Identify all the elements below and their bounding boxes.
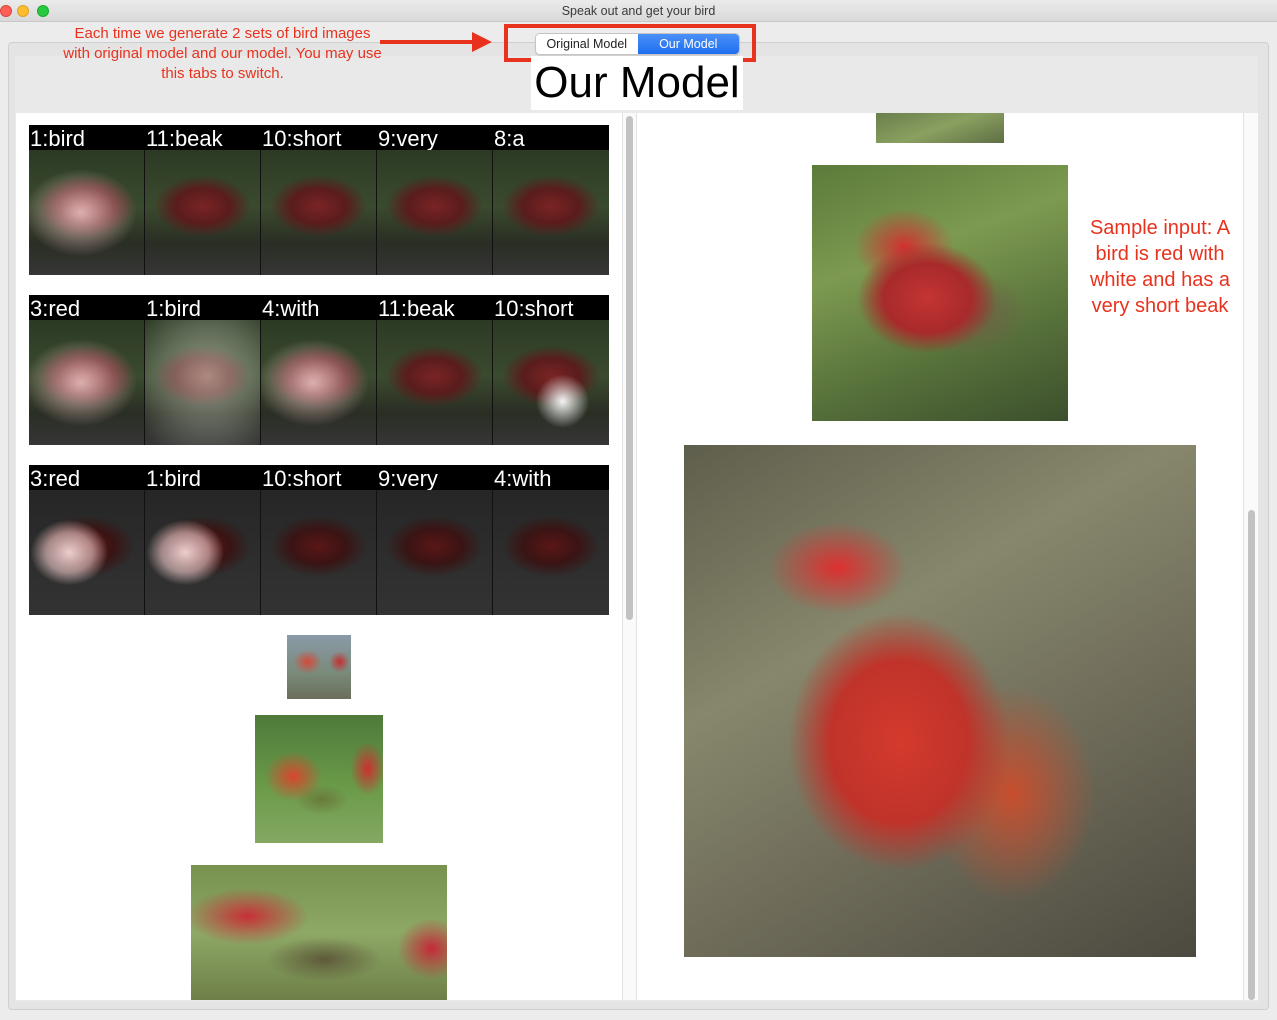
model-tab-switcher: Original Model Our Model (535, 33, 740, 55)
attention-map-image (261, 490, 377, 615)
tab-our-model[interactable]: Our Model (637, 34, 739, 54)
annotation-arrow-head (472, 32, 492, 52)
attention-map-image (261, 150, 377, 275)
attention-map-image (29, 490, 145, 615)
attention-word-label: 9:very (378, 126, 438, 150)
attention-map-image (493, 320, 609, 445)
attention-word-label: 9:very (378, 466, 438, 490)
tab-original-model[interactable]: Original Model (536, 34, 638, 54)
generated-bird-image-large (684, 445, 1196, 957)
left-scrollbar-thumb[interactable] (626, 116, 633, 620)
attention-map-image (261, 320, 377, 445)
attention-word-label: 4:with (494, 466, 552, 490)
attention-map-image (493, 150, 609, 275)
attention-map-image (29, 320, 145, 445)
attention-map-image (377, 150, 493, 275)
attention-word-label: 4:with (262, 296, 320, 320)
generated-bird-image-256 (191, 865, 447, 1000)
attention-panel[interactable]: 1:bird 11:beak 10:short 9:very 8:a 3:red… (16, 113, 622, 1000)
window-titlebar: Speak out and get your bird (0, 0, 1277, 22)
annotation-text: Each time we generate 2 sets of bird ima… (63, 25, 382, 82)
attention-word-label: 10:short (262, 466, 342, 490)
attention-map-image (493, 490, 609, 615)
attention-map-image (145, 490, 261, 615)
attention-map-image (145, 320, 261, 445)
attention-word-label: 10:short (494, 296, 574, 320)
attention-grid: 1:bird 11:beak 10:short 9:very 8:a (29, 125, 609, 275)
attention-word-label: 1:bird (146, 466, 202, 490)
attention-word-label: 3:red (30, 296, 81, 320)
window-title: Speak out and get your bird (561, 4, 716, 18)
attention-map-image (377, 490, 493, 615)
sample-input-caption: Sample input: A bird is red with white a… (1089, 217, 1231, 317)
attention-grid: 3:red 1:bird 4:with 11:beak 10:short (29, 295, 609, 445)
attention-word-label: 1:bird (146, 296, 202, 320)
generated-bird-image-64 (287, 635, 351, 699)
attention-map-image (145, 150, 261, 275)
attention-map-image (377, 320, 493, 445)
right-scrollbar-thumb[interactable] (1248, 510, 1255, 1000)
attention-word-label: 3:red (30, 466, 81, 490)
attention-map-image (29, 150, 145, 275)
sample-bird-image (812, 165, 1068, 421)
generated-bird-image-128 (255, 715, 383, 843)
attention-word-label: 11:beak (146, 126, 223, 150)
attention-word-label: 11:beak (378, 296, 455, 320)
annotation-arrow (380, 40, 480, 44)
attention-word-label: 1:bird (30, 126, 86, 150)
model-heading: Our Model (531, 56, 743, 110)
generated-bird-image-cropped (876, 113, 1004, 143)
attention-grid: 3:red 1:bird 10:short 9:very 4:with (29, 465, 609, 615)
attention-word-label: 8:a (494, 126, 525, 150)
attention-word-label: 10:short (262, 126, 342, 150)
